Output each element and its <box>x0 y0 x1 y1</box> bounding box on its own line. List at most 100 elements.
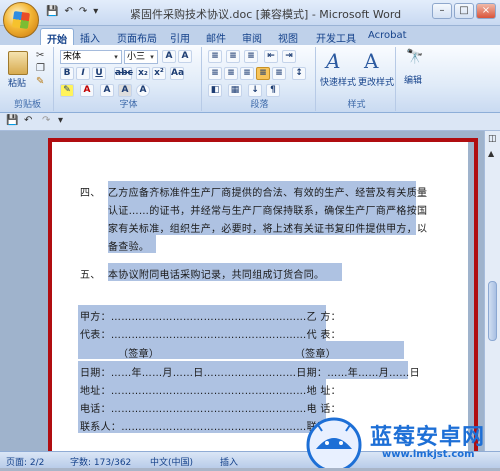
quick-access-toolbar: 💾 ↶ ↷ ▾ <box>44 6 98 17</box>
format-painter-icon[interactable]: ✎ <box>36 76 44 87</box>
change-styles-label[interactable]: 更改样式 <box>358 75 394 88</box>
borders-icon[interactable]: ▦ <box>228 84 242 97</box>
font-size-value: 小三 <box>127 52 146 62</box>
document-workspace: 四、 乙方应备齐标准件生产厂商提供的合法、有效的生产、经营及有关质量 认证……的… <box>0 131 484 461</box>
quick-styles-label[interactable]: 快速样式 <box>320 75 356 88</box>
signature-line: （签章） （签章） <box>118 349 337 360</box>
numbering-icon[interactable]: ≡ <box>226 50 240 63</box>
watermark-url: www.lmkjst.com <box>382 449 475 460</box>
vertical-scrollbar[interactable]: ◫ ▲ <box>484 131 500 451</box>
tab-home[interactable]: 开始 <box>40 28 74 46</box>
scroll-up-icon[interactable]: ▲ <box>488 149 494 158</box>
save-icon[interactable]: 💾 <box>6 115 18 126</box>
strikethrough-button[interactable]: abc <box>114 67 133 80</box>
office-button[interactable] <box>3 2 39 38</box>
change-styles-icon[interactable]: A <box>364 49 378 73</box>
watermark-title: 蓝莓安卓网 <box>370 425 486 450</box>
undo-icon[interactable]: ↶ <box>24 115 32 126</box>
paste-button-label[interactable]: 粘贴 <box>8 76 26 89</box>
font-color-icon[interactable]: A <box>80 84 94 97</box>
ribbon: 粘贴 ✂ ❐ ✎ 剪贴板 宋体 ▾ 小三 ▾ A A B I U abc x₂ x²… <box>0 45 500 113</box>
font-name-select[interactable]: 宋体 ▾ <box>60 50 122 64</box>
scroll-thumb[interactable] <box>488 281 497 341</box>
copy-icon[interactable]: ❐ <box>36 63 45 74</box>
redo-icon[interactable]: ↷ <box>79 6 87 17</box>
tab-page-layout[interactable]: 页面布局 <box>111 28 163 46</box>
customize-qat-icon[interactable]: ▾ <box>58 115 63 126</box>
editing-button-label[interactable]: 编辑 <box>404 73 422 86</box>
align-left-icon[interactable]: ≡ <box>208 67 222 80</box>
subscript-button[interactable]: x₂ <box>136 67 150 80</box>
page-indicator[interactable]: 页面: 2/2 <box>6 455 44 468</box>
multilevel-list-icon[interactable]: ≡ <box>244 50 258 63</box>
cut-icon[interactable]: ✂ <box>36 50 44 61</box>
change-case-icon[interactable]: Aa <box>170 67 184 80</box>
insert-mode[interactable]: 插入 <box>220 455 238 468</box>
sort-icon[interactable]: ↓ <box>248 84 262 97</box>
line-spacing-icon[interactable]: ↕ <box>292 67 306 80</box>
quick-styles-icon[interactable]: A <box>326 49 340 73</box>
find-icon[interactable]: 🔭 <box>406 49 423 65</box>
underline-button[interactable]: U <box>92 67 106 80</box>
paragraph-group-label: 段落 <box>250 100 269 110</box>
highlight-color-icon[interactable]: ✎ <box>60 84 74 97</box>
character-shading-icon[interactable]: A <box>118 84 132 97</box>
bullets-icon[interactable]: ≡ <box>208 50 222 63</box>
paragraph-line: 备查验。 <box>108 242 150 253</box>
tab-insert[interactable]: 插入 <box>74 28 106 46</box>
font-group: 宋体 ▾ 小三 ▾ A A B I U abc x₂ x² Aa ✎ A A A A… <box>56 47 202 111</box>
clipboard-group: 粘贴 ✂ ❐ ✎ 剪贴板 <box>2 47 54 111</box>
tab-mailings[interactable]: 邮件 <box>200 28 232 46</box>
distributed-icon[interactable]: ≡ <box>272 67 286 80</box>
window-title: 紧固件采购技术协议.doc [兼容模式] - Microsoft Word <box>130 8 402 21</box>
word-count[interactable]: 字数: 173/362 <box>70 455 131 468</box>
paragraph-line: 乙方应备齐标准件生产厂商提供的合法、有效的生产、经营及有关质量 <box>108 188 428 199</box>
superscript-button[interactable]: x² <box>152 67 166 80</box>
tab-references[interactable]: 引用 <box>164 28 196 46</box>
increase-indent-icon[interactable]: ⇥ <box>282 50 296 63</box>
paragraph-line: 本协议附同电话采购记录，共同组成订货合同。 <box>108 270 325 281</box>
tab-developer[interactable]: 开发工具 <box>310 28 362 46</box>
minimize-button[interactable]: – <box>432 3 452 19</box>
save-icon[interactable]: 💾 <box>46 6 58 17</box>
tab-view[interactable]: 视图 <box>272 28 304 46</box>
italic-button[interactable]: I <box>76 67 90 80</box>
maximize-button[interactable]: □ <box>454 3 474 19</box>
shading-icon[interactable]: ◧ <box>208 84 222 97</box>
phonetic-guide-icon[interactable]: A <box>100 84 114 97</box>
signature-line: 地址：…………………………………………………地 址： <box>80 386 341 397</box>
paragraph-line: 家有关标准，组织生产，必要时，将上述有关证书复印件提供甲方，以 <box>108 224 428 235</box>
watermark-logo: 蓝莓安卓网 www.lmkjst.com <box>300 405 500 471</box>
clipboard-group-label: 剪贴板 <box>13 100 41 110</box>
grow-font-icon[interactable]: A <box>162 50 176 63</box>
align-right-icon[interactable]: ≡ <box>240 67 254 80</box>
language-indicator[interactable]: 中文(中国) <box>150 455 193 468</box>
ruler-toggle-icon[interactable]: ◫ <box>488 134 497 144</box>
paragraph-group: ≡ ≡ ≡ ⇤ ⇥ ≡ ≡ ≡ ≡ ≡ ↕ ◧ ▦ ↓ ¶ 段落 <box>204 47 316 111</box>
redo-icon[interactable]: ↷ <box>42 115 50 126</box>
signature-line: 甲方：…………………………………………………乙 方： <box>80 312 341 323</box>
bold-button[interactable]: B <box>60 67 74 80</box>
undo-icon[interactable]: ↶ <box>64 6 72 17</box>
list-number: 四、 <box>80 188 101 199</box>
align-center-icon[interactable]: ≡ <box>224 67 238 80</box>
enclose-characters-icon[interactable]: A <box>136 84 150 97</box>
paste-icon[interactable] <box>8 51 28 75</box>
styles-group-label: 样式 <box>347 100 366 110</box>
shrink-font-icon[interactable]: A <box>178 50 192 63</box>
decrease-indent-icon[interactable]: ⇤ <box>264 50 278 63</box>
ribbon-tabs: 开始 插入 页面布局 引用 邮件 审阅 视图 开发工具 Acrobat <box>0 26 500 46</box>
tab-acrobat[interactable]: Acrobat <box>362 28 413 46</box>
font-size-select[interactable]: 小三 ▾ <box>124 50 158 64</box>
show-marks-icon[interactable]: ¶ <box>266 84 280 97</box>
chevron-down-icon: ▾ <box>114 53 118 61</box>
customize-qat-icon[interactable]: ▾ <box>93 6 98 17</box>
list-number: 五、 <box>80 270 101 281</box>
tab-review[interactable]: 审阅 <box>236 28 268 46</box>
styles-group: A A 快速样式 更改样式 样式 <box>318 47 396 111</box>
title-bar: 💾 ↶ ↷ ▾ 紧固件采购技术协议.doc [兼容模式] - Microsoft… <box>0 0 500 26</box>
mini-toolbar: 💾 ↶ ↷ ▾ <box>0 113 500 131</box>
justify-icon[interactable]: ≡ <box>256 67 270 80</box>
office-logo-icon <box>11 10 31 30</box>
close-button[interactable]: × <box>476 3 496 19</box>
